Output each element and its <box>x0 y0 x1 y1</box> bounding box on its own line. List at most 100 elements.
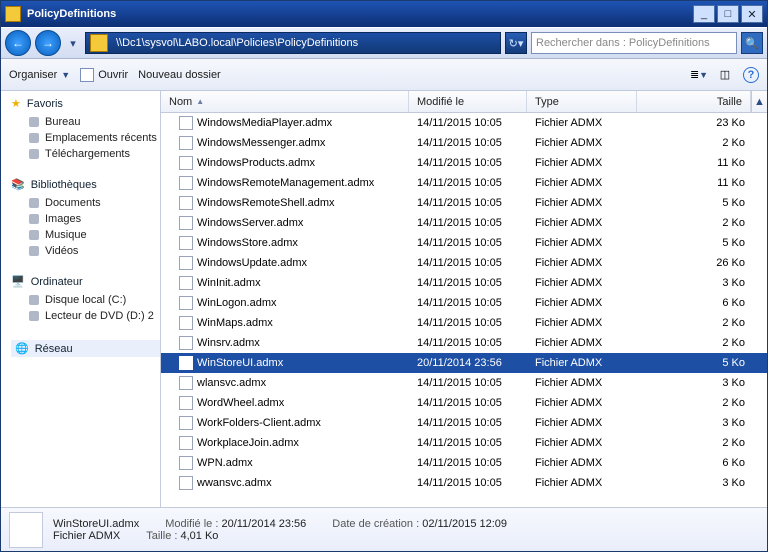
file-name: WorkFolders-Client.admx <box>197 417 321 429</box>
file-type: Fichier ADMX <box>527 437 637 449</box>
file-row[interactable]: WPN.admx14/11/2015 10:05Fichier ADMX6 Ko <box>161 453 767 473</box>
file-date: 14/11/2015 10:05 <box>409 457 527 469</box>
file-row[interactable]: WindowsRemoteManagement.admx 14/11/2015 1… <box>161 173 767 193</box>
file-name: WindowsRemoteShell.admx <box>197 197 335 209</box>
file-icon <box>179 416 193 430</box>
documents-icon <box>29 198 39 208</box>
file-row[interactable]: WindowsRemoteShell.admx14/11/2015 10:05F… <box>161 193 767 213</box>
folder-icon <box>5 6 21 22</box>
details-name: WinStoreUI.admx <box>53 518 139 530</box>
file-date: 14/11/2015 10:05 <box>409 297 527 309</box>
main-pane: Nom▲ Modifié le Type Taille ▲ WindowsMed… <box>161 91 767 507</box>
file-row[interactable]: wlansvc.admx14/11/2015 10:05Fichier ADMX… <box>161 373 767 393</box>
file-size: 2 Ko <box>637 397 767 409</box>
details-type: Fichier ADMX <box>53 530 120 542</box>
file-row[interactable]: WorkplaceJoin.admx14/11/2015 10:05Fichie… <box>161 433 767 453</box>
file-size: 11 Ko <box>637 157 767 169</box>
file-name: WinInit.admx <box>197 277 261 289</box>
file-row[interactable]: WinMaps.admx14/11/2015 10:05Fichier ADMX… <box>161 313 767 333</box>
refresh-button[interactable]: ↻⁠▾ <box>505 32 527 54</box>
file-row[interactable]: Winsrv.admx14/11/2015 10:05Fichier ADMX2… <box>161 333 767 353</box>
search-input[interactable]: Rechercher dans : PolicyDefinitions <box>531 32 737 54</box>
details-mod-label: Modifié le : <box>165 518 218 530</box>
close-button[interactable]: ✕ <box>741 5 763 23</box>
file-date: 14/11/2015 10:05 <box>409 217 527 229</box>
file-type: Fichier ADMX <box>527 317 637 329</box>
col-nom[interactable]: Nom▲ <box>161 91 409 112</box>
favoris-header[interactable]: ★Favoris <box>11 97 160 110</box>
file-row[interactable]: WordWheel.admx14/11/2015 10:05Fichier AD… <box>161 393 767 413</box>
file-size: 2 Ko <box>637 337 767 349</box>
scroll-up-icon[interactable]: ▲ <box>751 91 767 112</box>
sidebar-item-disque-c[interactable]: Disque local (C:) <box>11 292 160 308</box>
forward-button[interactable]: → <box>35 30 61 56</box>
file-date: 14/11/2015 10:05 <box>409 277 527 289</box>
nouveau-dossier-button[interactable]: Nouveau dossier <box>138 69 221 81</box>
search-placeholder: Rechercher dans : PolicyDefinitions <box>536 37 710 49</box>
file-size: 2 Ko <box>637 217 767 229</box>
file-date: 14/11/2015 10:05 <box>409 337 527 349</box>
sidebar-item-videos[interactable]: Vidéos <box>11 243 160 259</box>
sidebar-item-documents[interactable]: Documents <box>11 195 160 211</box>
col-type[interactable]: Type <box>527 91 637 112</box>
dvd-icon <box>29 311 39 321</box>
file-row[interactable]: WindowsUpdate.admx14/11/2015 10:05Fichie… <box>161 253 767 273</box>
file-type: Fichier ADMX <box>527 357 637 369</box>
view-options-icon[interactable]: ≣▼ <box>691 67 707 83</box>
file-name: WindowsUpdate.admx <box>197 257 307 269</box>
file-date: 14/11/2015 10:05 <box>409 377 527 389</box>
file-size: 3 Ko <box>637 477 767 489</box>
history-dropdown[interactable]: ▾ <box>65 30 81 56</box>
col-modifie[interactable]: Modifié le <box>409 91 527 112</box>
file-date: 14/11/2015 10:05 <box>409 237 527 249</box>
details-size-label: Taille : <box>146 530 177 542</box>
toolbar: Organiser▼ Ouvrir Nouveau dossier ≣▼ ◫ ? <box>1 59 767 91</box>
file-type: Fichier ADMX <box>527 117 637 129</box>
file-name: WindowsRemoteManagement.admx <box>197 177 374 189</box>
file-icon <box>179 136 193 150</box>
search-button[interactable]: 🔍 <box>741 32 763 54</box>
file-icon <box>179 376 193 390</box>
address-bar[interactable]: \\Dc1\sysvol\LABO.local\Policies\PolicyD… <box>85 32 501 54</box>
ouvrir-button[interactable]: Ouvrir <box>80 68 128 82</box>
details-size-value: 4,01 Ko <box>181 530 219 542</box>
file-date: 20/11/2014 23:56 <box>409 357 527 369</box>
sidebar-item-images[interactable]: Images <box>11 211 160 227</box>
file-date: 14/11/2015 10:05 <box>409 157 527 169</box>
file-name: WPN.admx <box>197 457 253 469</box>
preview-pane-icon[interactable]: ◫ <box>717 67 733 83</box>
file-date: 14/11/2015 10:05 <box>409 397 527 409</box>
sidebar-item-musique[interactable]: Musique <box>11 227 160 243</box>
file-type: Fichier ADMX <box>527 177 637 189</box>
libraries-icon: 📚 <box>11 178 25 191</box>
help-icon[interactable]: ? <box>743 67 759 83</box>
file-row[interactable]: WindowsMediaPlayer.admx14/11/2015 10:05F… <box>161 113 767 133</box>
ordi-header[interactable]: 🖥️Ordinateur <box>11 275 160 288</box>
sidebar-item-bureau[interactable]: Bureau <box>11 114 160 130</box>
sidebar-item-recents[interactable]: Emplacements récents <box>11 130 160 146</box>
organiser-button[interactable]: Organiser▼ <box>9 69 70 81</box>
reseau-header[interactable]: 🌐Réseau <box>11 340 160 357</box>
sidebar-item-dvd-d[interactable]: Lecteur de DVD (D:) 2 <box>11 308 160 324</box>
file-row[interactable]: WindowsMessenger.admx14/11/2015 10:05Fic… <box>161 133 767 153</box>
minimize-button[interactable]: _ <box>693 5 715 23</box>
sidebar-item-telechargements[interactable]: Téléchargements <box>11 146 160 162</box>
file-row[interactable]: WindowsStore.admx14/11/2015 10:05Fichier… <box>161 233 767 253</box>
document-icon <box>80 68 94 82</box>
file-row[interactable]: WorkFolders-Client.admx14/11/2015 10:05F… <box>161 413 767 433</box>
file-type: Fichier ADMX <box>527 417 637 429</box>
file-row[interactable]: wwansvc.admx14/11/2015 10:05Fichier ADMX… <box>161 473 767 493</box>
file-date: 14/11/2015 10:05 <box>409 177 527 189</box>
file-row[interactable]: WinStoreUI.admx20/11/2014 23:56Fichier A… <box>161 353 767 373</box>
file-name: WinLogon.admx <box>197 297 277 309</box>
col-taille[interactable]: Taille <box>637 91 751 112</box>
breadcrumb[interactable]: \\Dc1\sysvol\LABO.local\Policies\PolicyD… <box>112 37 362 49</box>
biblio-header[interactable]: 📚Bibliothèques <box>11 178 160 191</box>
file-list[interactable]: WindowsMediaPlayer.admx14/11/2015 10:05F… <box>161 113 767 507</box>
file-row[interactable]: WinInit.admx14/11/2015 10:05Fichier ADMX… <box>161 273 767 293</box>
maximize-button[interactable]: □ <box>717 5 739 23</box>
back-button[interactable]: ← <box>5 30 31 56</box>
file-row[interactable]: WinLogon.admx14/11/2015 10:05Fichier ADM… <box>161 293 767 313</box>
file-row[interactable]: WindowsProducts.admx14/11/2015 10:05Fich… <box>161 153 767 173</box>
file-row[interactable]: WindowsServer.admx14/11/2015 10:05Fichie… <box>161 213 767 233</box>
